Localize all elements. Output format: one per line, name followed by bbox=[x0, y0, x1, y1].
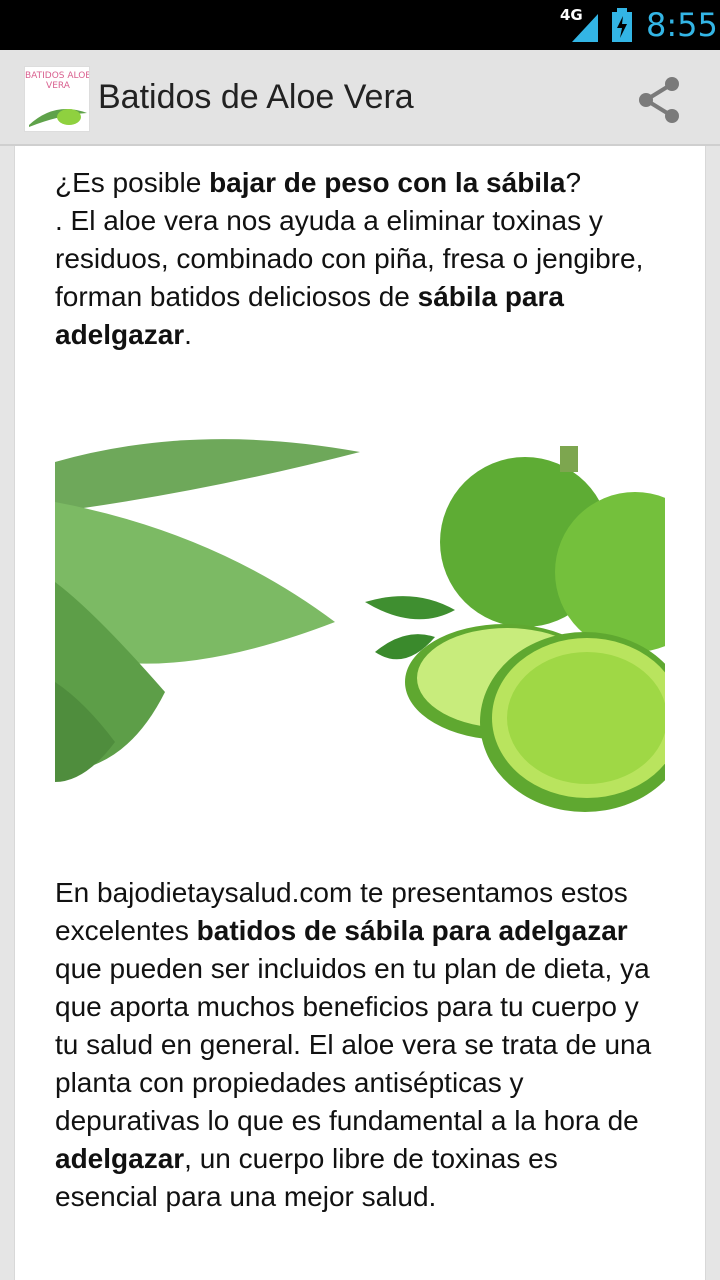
body-paragraph: En bajodietaysalud.com te presentamos es… bbox=[55, 877, 652, 1212]
aloe-lime-image bbox=[55, 382, 665, 832]
app-title: Batidos de Aloe Vera bbox=[98, 78, 414, 116]
status-bar: 4G 8:55 bbox=[0, 0, 720, 50]
app-icon[interactable]: BATIDOS ALOE VERA bbox=[24, 66, 90, 132]
clock: 8:55 bbox=[646, 6, 718, 44]
share-icon[interactable] bbox=[630, 70, 690, 130]
article-card: ¿Es posible bajar de peso con la sábila?… bbox=[14, 146, 706, 1280]
action-bar: BATIDOS ALOE VERA Batidos de Aloe Vera bbox=[0, 50, 720, 178]
battery-charging-icon bbox=[612, 8, 632, 42]
intro-paragraph: ¿Es posible bajar de peso con la sábila?… bbox=[55, 167, 644, 350]
signal-icon bbox=[572, 14, 598, 42]
